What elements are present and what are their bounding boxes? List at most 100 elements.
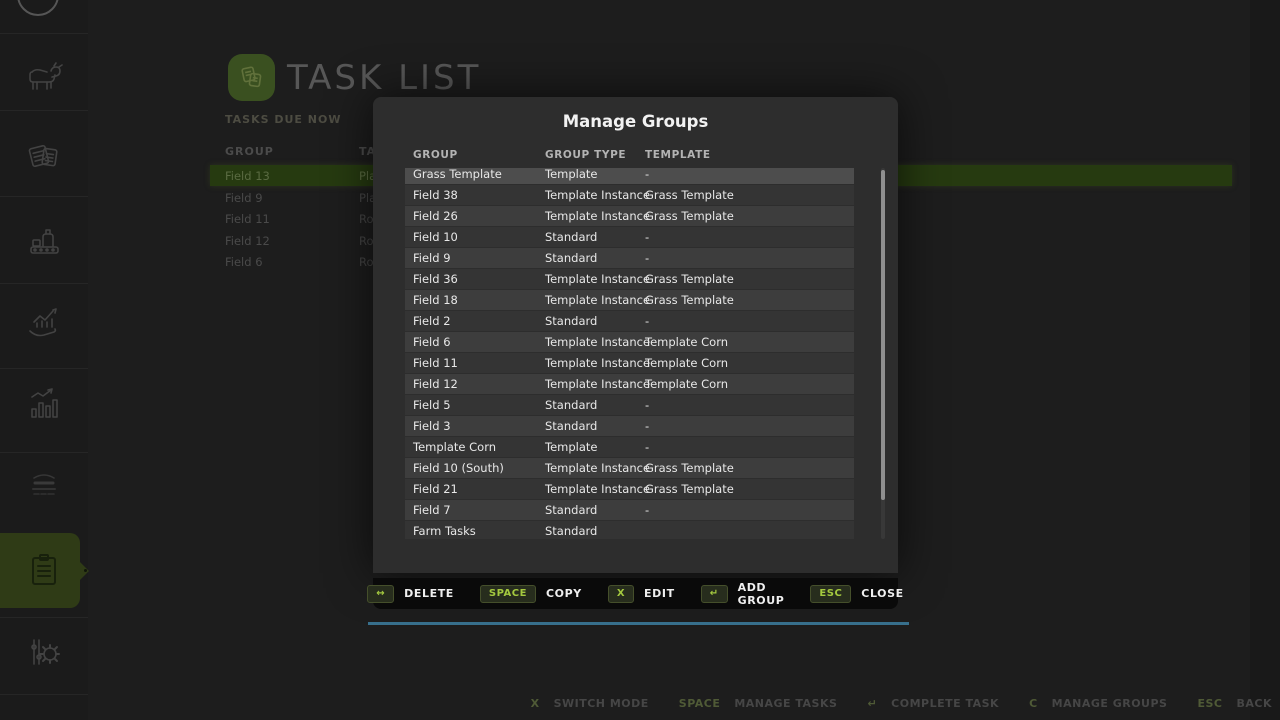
sidebar-item-statistics[interactable] [0, 367, 88, 443]
key-badge: ↔ [367, 585, 394, 603]
group-template-cell: - [645, 251, 649, 265]
group-name-cell: Field 21 [413, 482, 458, 496]
group-type-cell: Standard [545, 398, 597, 412]
action-label: COPY [546, 587, 582, 600]
action-label: ADD GROUP [738, 581, 785, 607]
group-name-cell: Field 10 (South) [413, 461, 504, 475]
group-name-cell: Template Corn [413, 440, 496, 454]
task-docs-icon [237, 63, 267, 93]
group-type-cell: Standard [545, 419, 597, 433]
key-hint[interactable]: SPACE MANAGE TASKS [679, 697, 838, 710]
group-row[interactable]: Field 7 Standard - [405, 500, 854, 520]
group-name-cell: Field 18 [413, 293, 458, 307]
group-type-cell: Standard [545, 524, 597, 538]
group-type-cell: Standard [545, 251, 597, 265]
dialog-title: Manage Groups [373, 112, 898, 131]
group-template-cell: Template Corn [645, 335, 728, 349]
group-row[interactable]: Grass Template Template - [405, 168, 854, 184]
group-template-cell: Grass Template [645, 188, 734, 202]
dialog-action[interactable]: SPACE COPY [480, 585, 582, 603]
group-type-cell: Template Instance [545, 377, 650, 391]
group-template-cell: - [645, 314, 649, 328]
group-name-cell: Field 5 [413, 398, 451, 412]
dialog-action[interactable]: X EDIT [608, 585, 675, 603]
group-type-cell: Template Instance [545, 272, 650, 286]
clipboard-icon [22, 548, 66, 592]
sidebar-divider [0, 694, 88, 695]
group-row[interactable]: Field 21 Template Instance Grass Templat… [405, 479, 854, 499]
key-hint-label: BACK [1237, 697, 1273, 710]
page-title: TASK LIST [287, 58, 481, 98]
task-group-cell: Field 11 [225, 212, 270, 226]
group-row[interactable]: Field 12 Template Instance Template Corn [405, 374, 854, 394]
group-row[interactable]: Field 10 Standard - [405, 227, 854, 247]
scrollbar-thumb[interactable] [881, 170, 885, 500]
group-row[interactable]: Field 9 Standard - [405, 248, 854, 268]
group-template-cell: Template Corn [645, 377, 728, 391]
dialog-action[interactable]: ↵ ADD GROUP [701, 581, 785, 607]
task-group-cell: Field 6 [225, 255, 263, 269]
key-badge: SPACE [480, 585, 536, 603]
sidebar-item-mod-logo[interactable] [0, 448, 88, 524]
group-row[interactable]: Field 2 Standard - [405, 311, 854, 331]
group-row[interactable]: Field 18 Template Instance Grass Templat… [405, 290, 854, 310]
group-type-cell: Standard [545, 314, 597, 328]
task-group-cell: Field 12 [225, 234, 270, 248]
key-badge: X [531, 697, 540, 710]
group-template-cell: Grass Template [645, 209, 734, 223]
dialog-action[interactable]: ESC CLOSE [810, 585, 903, 603]
group-name-cell: Field 10 [413, 230, 458, 244]
group-row[interactable]: Field 38 Template Instance Grass Templat… [405, 185, 854, 205]
group-type-cell: Template [545, 168, 597, 181]
sidebar [0, 0, 88, 720]
key-hint[interactable]: X SWITCH MODE [531, 697, 649, 710]
group-template-cell: - [645, 230, 649, 244]
key-hint[interactable]: C MANAGE GROUPS [1029, 697, 1167, 710]
settings-sliders-icon [22, 630, 66, 674]
group-row[interactable]: Farm Tasks Standard [405, 521, 854, 539]
group-name-cell: Field 6 [413, 335, 451, 349]
group-name-cell: Field 38 [413, 188, 458, 202]
group-type-cell: Template Instance [545, 461, 650, 475]
action-label: DELETE [404, 587, 454, 600]
sidebar-item-contracts[interactable] [0, 118, 88, 194]
key-hint[interactable]: ↵ COMPLETE TASK [867, 697, 999, 710]
scrollbar-track[interactable] [881, 168, 885, 539]
group-name-cell: Grass Template [413, 168, 502, 181]
groups-list: Grass Template Template - Field 38 Templ… [405, 168, 854, 539]
group-name-cell: Field 26 [413, 209, 458, 223]
group-type-cell: Template Instance [545, 335, 650, 349]
group-type-cell: Template Instance [545, 188, 650, 202]
blue-divider-line [368, 622, 909, 625]
key-hint-label: MANAGE TASKS [734, 697, 837, 710]
group-row[interactable]: Field 26 Template Instance Grass Templat… [405, 206, 854, 226]
group-template-cell: Grass Template [645, 461, 734, 475]
sidebar-item-finances[interactable] [0, 284, 88, 360]
documents-icon [23, 135, 65, 177]
sidebar-item-production[interactable] [0, 202, 88, 278]
group-row[interactable]: Template Corn Template - [405, 437, 854, 457]
key-hint-label: MANAGE GROUPS [1052, 697, 1168, 710]
sidebar-item-animals[interactable] [0, 38, 88, 114]
sidebar-item-task-list[interactable] [0, 532, 88, 608]
group-row[interactable]: Field 10 (South) Template Instance Grass… [405, 458, 854, 478]
group-type-cell: Template Instance [545, 293, 650, 307]
group-template-cell: - [645, 419, 649, 433]
group-type-cell: Template Instance [545, 356, 650, 370]
key-badge: ESC [1197, 697, 1222, 710]
group-name-cell: Field 9 [413, 251, 451, 265]
partial-circle-icon [17, 0, 59, 16]
action-label: EDIT [644, 587, 675, 600]
group-row[interactable]: Field 11 Template Instance Template Corn [405, 353, 854, 373]
one-logo-icon [22, 464, 66, 508]
group-row[interactable]: Field 6 Template Instance Template Corn [405, 332, 854, 352]
group-type-cell: Template [545, 440, 597, 454]
sidebar-item-settings[interactable] [0, 614, 88, 690]
key-hint-label: COMPLETE TASK [891, 697, 999, 710]
group-row[interactable]: Field 3 Standard - [405, 416, 854, 436]
dialog-action[interactable]: ↔ DELETE [367, 585, 454, 603]
group-template-cell: - [645, 440, 649, 454]
group-row[interactable]: Field 36 Template Instance Grass Templat… [405, 269, 854, 289]
key-hint[interactable]: ESC BACK [1197, 697, 1272, 710]
group-row[interactable]: Field 5 Standard - [405, 395, 854, 415]
